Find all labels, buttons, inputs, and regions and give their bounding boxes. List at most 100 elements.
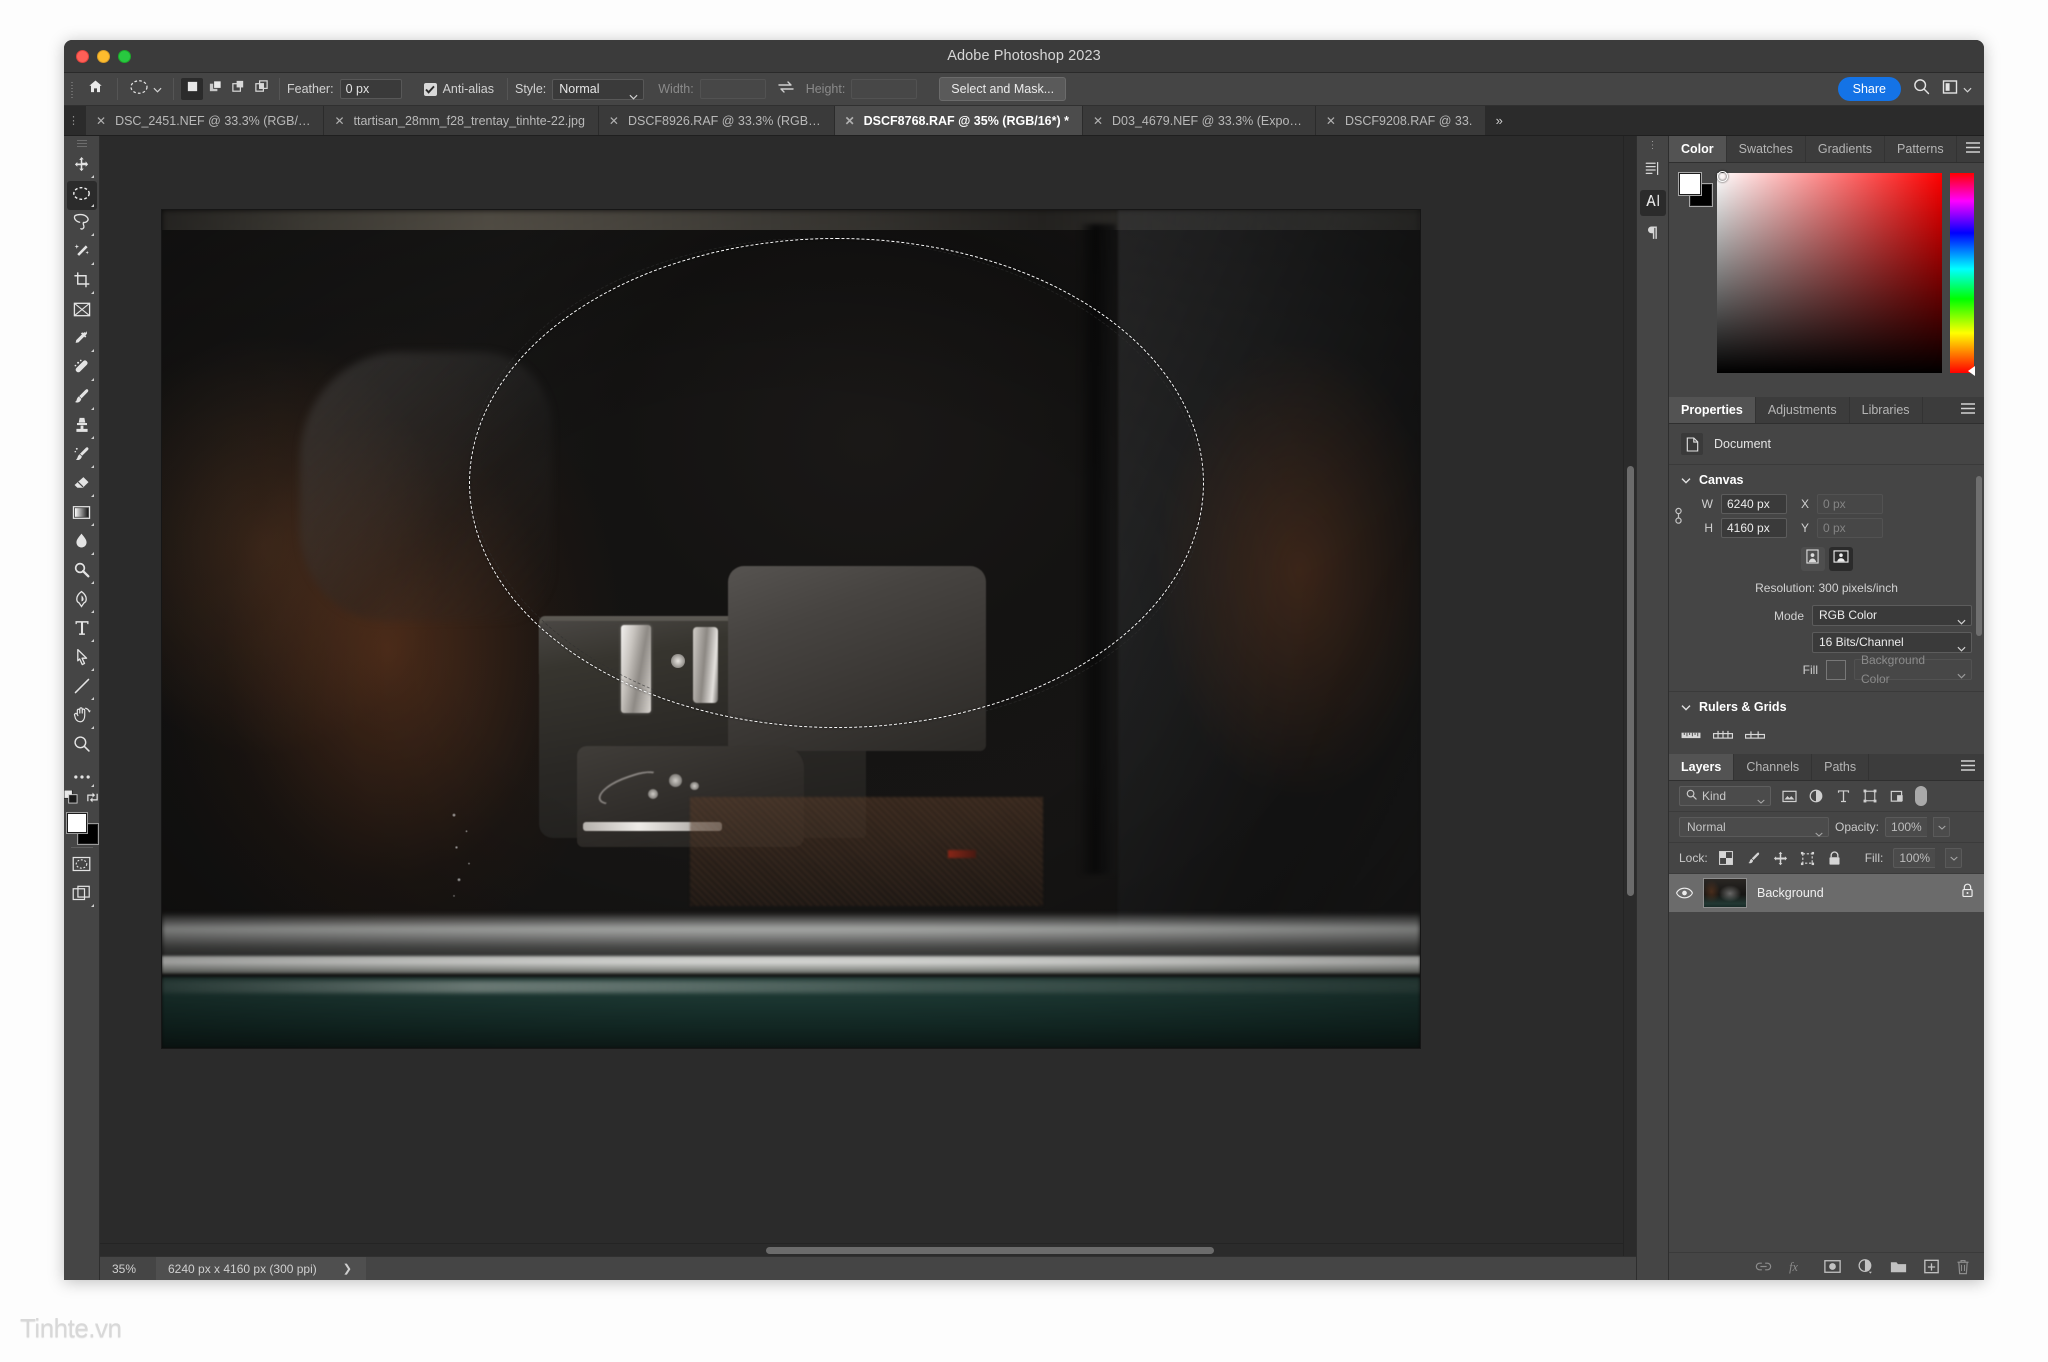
close-icon[interactable]: ✕ xyxy=(1093,115,1103,127)
canvas-x-input[interactable]: 0 px xyxy=(1817,494,1883,514)
clone-stamp-tool[interactable] xyxy=(67,413,97,442)
home-button[interactable] xyxy=(80,76,110,102)
fill-value[interactable]: 100% xyxy=(1893,848,1936,868)
grid-icon[interactable] xyxy=(1712,726,1734,744)
foreground-color-swatch[interactable] xyxy=(1679,173,1701,195)
tab-paths[interactable]: Paths xyxy=(1812,754,1870,780)
select-and-mask-button[interactable]: Select and Mask... xyxy=(939,77,1067,101)
style-select[interactable]: Normal xyxy=(552,78,645,100)
canvas-y-input[interactable]: 0 px xyxy=(1817,518,1883,538)
filter-adjustment-icon[interactable] xyxy=(1807,787,1825,805)
zoom-level[interactable]: 35% xyxy=(100,1262,156,1276)
anti-alias-checkbox[interactable] xyxy=(423,82,437,96)
object-selection-tool[interactable] xyxy=(67,239,97,268)
eraser-tool[interactable] xyxy=(67,471,97,500)
character-panel-icon-button[interactable] xyxy=(1639,190,1666,216)
properties-panel-menu-button[interactable] xyxy=(1952,397,1984,423)
document-tab-3[interactable]: ✕ DSCF8768.RAF @ 35% (RGB/16*) * xyxy=(834,106,1083,135)
document-info[interactable]: 6240 px x 4160 px (300 ppi) ❯ xyxy=(156,1256,366,1280)
color-picker-marker[interactable] xyxy=(1717,171,1728,182)
new-selection-button[interactable] xyxy=(181,78,203,100)
color-panel-menu-button[interactable] xyxy=(1957,136,1984,162)
tab-properties[interactable]: Properties xyxy=(1669,397,1756,423)
close-icon[interactable]: ✕ xyxy=(845,115,855,127)
fill-stepper[interactable] xyxy=(1945,848,1963,868)
tab-adjustments[interactable]: Adjustments xyxy=(1755,397,1850,423)
frame-tool[interactable] xyxy=(67,297,97,326)
lock-image-pixels-icon[interactable] xyxy=(1745,850,1762,867)
hue-slider-marker[interactable] xyxy=(1968,366,1975,376)
width-input[interactable] xyxy=(699,79,766,99)
screen-mode-button[interactable] xyxy=(67,881,97,910)
document-tab-2[interactable]: ✕ DSCF8926.RAF @ 33.3% (RGB… xyxy=(598,106,835,135)
type-tool[interactable] xyxy=(67,616,97,645)
subtract-from-selection-button[interactable] xyxy=(227,78,249,100)
intersect-with-selection-button[interactable] xyxy=(250,78,272,100)
fill-source-select[interactable]: Background Color xyxy=(1854,653,1972,686)
portrait-orientation-button[interactable] xyxy=(1800,547,1825,571)
feather-input[interactable]: 0 px xyxy=(339,79,402,99)
lock-position-icon[interactable] xyxy=(1772,850,1789,867)
tab-layers[interactable]: Layers xyxy=(1669,754,1735,780)
close-icon[interactable]: ✕ xyxy=(96,115,106,127)
color-panel-swatches[interactable] xyxy=(1679,173,1712,206)
canvas-vertical-scrollbar[interactable] xyxy=(1623,136,1636,1256)
delete-layer-icon[interactable] xyxy=(1956,1259,1970,1275)
options-bar-grip[interactable] xyxy=(68,78,78,100)
tab-swatches[interactable]: Swatches xyxy=(1726,136,1806,162)
crop-tool[interactable] xyxy=(67,268,97,297)
eyedropper-tool[interactable] xyxy=(67,326,97,355)
layers-panel-menu-button[interactable] xyxy=(1952,754,1984,780)
opacity-value[interactable]: 100% xyxy=(1885,817,1928,837)
lasso-tool[interactable] xyxy=(67,210,97,239)
filter-pixel-icon[interactable] xyxy=(1780,787,1798,805)
link-layers-icon[interactable] xyxy=(1755,1261,1772,1272)
swap-width-height-button[interactable] xyxy=(777,80,794,99)
fill-color-swatch[interactable] xyxy=(1826,659,1846,680)
path-selection-tool[interactable] xyxy=(67,645,97,674)
document-tab-5[interactable]: ✕ DSCF9208.RAF @ 33. xyxy=(1315,106,1487,135)
filter-type-icon[interactable] xyxy=(1834,787,1852,805)
add-layer-mask-icon[interactable] xyxy=(1824,1260,1841,1273)
move-tool[interactable] xyxy=(67,152,97,181)
rail-grip[interactable]: ⋮ xyxy=(1648,140,1658,152)
search-button[interactable] xyxy=(1913,78,1930,100)
filter-shape-icon[interactable] xyxy=(1861,787,1879,805)
new-group-icon[interactable] xyxy=(1890,1260,1907,1273)
ruler-icon[interactable] xyxy=(1681,726,1701,744)
chevron-right-icon[interactable]: ❯ xyxy=(343,1262,352,1275)
gradient-tool[interactable] xyxy=(67,500,97,529)
line-tool[interactable] xyxy=(67,674,97,703)
height-input[interactable] xyxy=(851,79,918,99)
swap-colors-icon[interactable] xyxy=(86,791,99,809)
new-adjustment-layer-icon[interactable] xyxy=(1858,1259,1873,1274)
color-mode-select[interactable]: RGB Color xyxy=(1812,605,1972,626)
history-panel-icon-button[interactable] xyxy=(1640,158,1666,184)
canvas-height-input[interactable]: 4160 px xyxy=(1721,518,1787,538)
color-spectrum-field[interactable] xyxy=(1717,171,1942,373)
scrollbar-thumb[interactable] xyxy=(1627,466,1634,896)
new-layer-icon[interactable] xyxy=(1924,1259,1939,1274)
edit-toolbar-button[interactable] xyxy=(67,761,97,790)
canvas-width-input[interactable]: 6240 px xyxy=(1721,494,1787,514)
tab-channels[interactable]: Channels xyxy=(1734,754,1813,780)
paragraph-panel-icon-button[interactable] xyxy=(1640,222,1666,248)
elliptical-marquee-tool[interactable] xyxy=(66,181,97,210)
opacity-stepper[interactable] xyxy=(1933,817,1951,837)
guides-icon[interactable] xyxy=(1744,726,1766,744)
brush-tool[interactable] xyxy=(67,384,97,413)
layer-styles-fx-icon[interactable]: fx xyxy=(1789,1260,1807,1274)
filter-toggle-icon[interactable] xyxy=(1915,786,1927,806)
eye-icon[interactable] xyxy=(1675,887,1693,899)
filter-smart-object-icon[interactable] xyxy=(1888,787,1906,805)
foreground-color-swatch[interactable] xyxy=(66,813,87,833)
tab-gradients[interactable]: Gradients xyxy=(1805,136,1886,162)
lock-artboard-nesting-icon[interactable] xyxy=(1799,850,1816,867)
close-icon[interactable]: ✕ xyxy=(609,115,619,127)
canvas-section-header[interactable]: Canvas xyxy=(1669,465,1984,492)
document-tab-0[interactable]: ✕ DSC_2451.NEF @ 33.3% (RGB/… xyxy=(86,106,325,135)
layer-row-background[interactable]: Background xyxy=(1669,874,1984,912)
canvas-horizontal-scrollbar[interactable] xyxy=(100,1243,1623,1256)
landscape-orientation-button[interactable] xyxy=(1828,547,1853,571)
canvas-viewport[interactable] xyxy=(100,136,1636,1256)
